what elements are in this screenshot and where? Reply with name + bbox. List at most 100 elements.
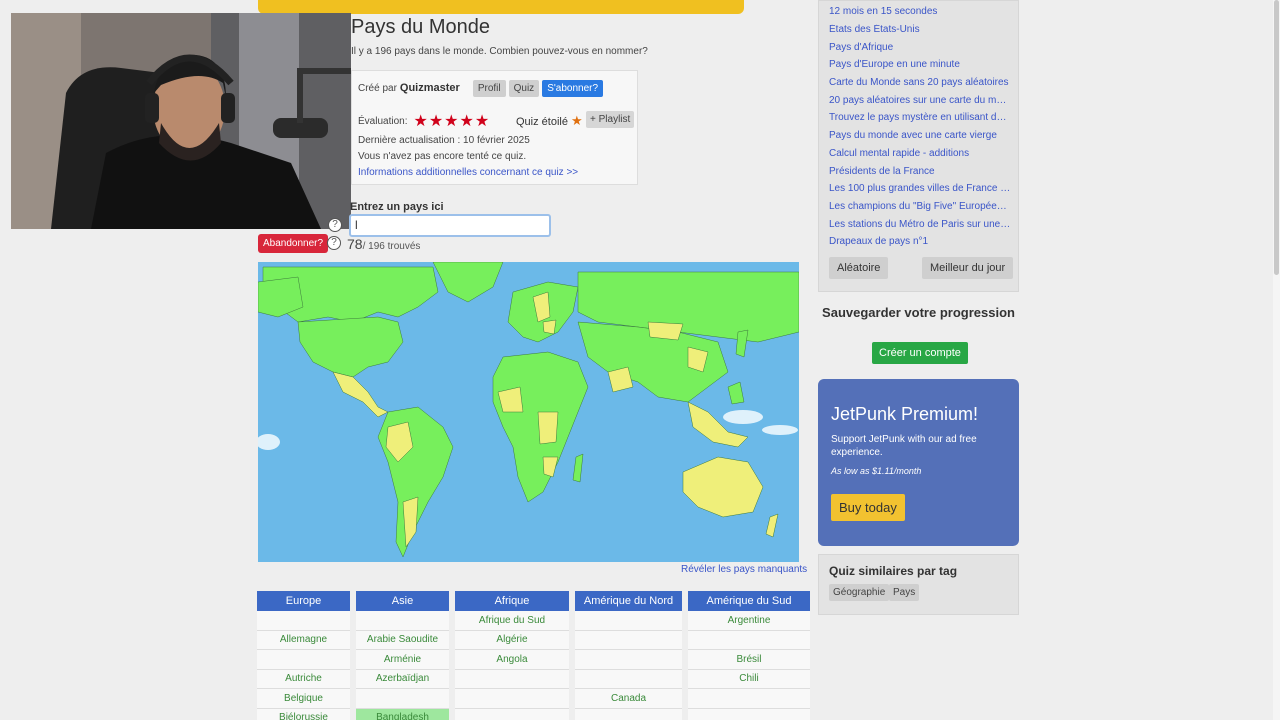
found-total: / 196 trouvés: [362, 241, 421, 252]
similar-title: Quiz similaires par tag: [829, 564, 958, 578]
sidebar-link[interactable]: Calcul mental rapide - additions: [829, 148, 1011, 159]
sidebar-link[interactable]: Les 100 plus grandes villes de France su…: [829, 183, 1011, 194]
quiz-info-box: Créé par Quizmaster Profil Quiz S'abonne…: [351, 70, 638, 185]
page-title: Pays du Monde: [351, 16, 490, 38]
premium-ad: JetPunk Premium! Support JetPunk with ou…: [818, 379, 1019, 546]
give-up-button[interactable]: Abandonner?: [258, 234, 329, 253]
table-row: Afrique du Sud Argentine: [257, 611, 810, 631]
starred-quiz[interactable]: Quiz étoilé ★: [516, 113, 583, 129]
table-row: Arménie Angola Brésil: [257, 650, 810, 670]
premium-title: JetPunk Premium!: [831, 404, 979, 424]
quiz-description: Il y a 196 pays dans le monde. Combien p…: [351, 46, 648, 57]
tag-countries[interactable]: Pays: [889, 584, 920, 601]
column-header: Amérique du Nord: [575, 591, 682, 611]
answer-input[interactable]: l: [349, 214, 551, 237]
rating-label: Évaluation:: [358, 115, 408, 127]
answer-cell: Brésil: [688, 650, 810, 670]
answer-cell: Argentine: [688, 611, 810, 631]
save-progress-title: Sauvegarder votre progression: [822, 305, 1015, 320]
star-icon[interactable]: ★: [571, 113, 583, 128]
table-row: Autriche Azerbaïdjan Chili: [257, 669, 810, 689]
answer-cell: [356, 611, 449, 631]
answer-cell: Angola: [455, 650, 569, 670]
answer-cell: Arabie Saoudite: [356, 630, 449, 650]
created-by-label: Créé par: [358, 82, 397, 94]
enter-country-label: Entrez un pays ici: [350, 201, 444, 213]
sidebar-link[interactable]: Les champions du "Big Five" Européen de …: [829, 201, 1011, 212]
world-map[interactable]: [256, 261, 800, 562]
answer-cell: [455, 669, 569, 689]
answer-cell: [455, 708, 569, 720]
help-icon[interactable]: ?: [328, 218, 342, 232]
random-quiz-button[interactable]: Aléatoire: [829, 257, 889, 279]
table-row: Belgique Canada: [257, 689, 810, 709]
scrollbar-thumb[interactable]: [1274, 0, 1279, 275]
answer-cell: Biélorussie: [257, 708, 350, 720]
answer-cell: [455, 689, 569, 709]
sidebar-link[interactable]: Pays d'Afrique: [829, 42, 1011, 53]
add-playlist-button[interactable]: + Playlist: [586, 111, 635, 128]
answer-cell: Allemagne: [257, 630, 350, 650]
answer-cell: [688, 689, 810, 709]
top-banner: [258, 0, 744, 14]
answer-cell: Autriche: [257, 669, 350, 689]
related-quizzes-box: 12 mois en 15 secondes États des États-U…: [818, 0, 1019, 292]
sidebar-link[interactable]: Drapeaux de pays n°1: [829, 236, 1011, 247]
webcam-overlay: [11, 13, 351, 229]
premium-description: Support JetPunk with our ad free experie…: [831, 434, 977, 458]
sidebar-link[interactable]: Les stations du Métro de Paris sur une c…: [829, 219, 1011, 230]
sidebar-link[interactable]: Pays d'Europe en une minute: [829, 59, 1011, 70]
info-icon[interactable]: ?: [327, 236, 341, 250]
answers-table: Europe Asie Afrique Amérique du Nord Amé…: [251, 591, 816, 720]
similar-quizzes-box: Quiz similaires par tag Géographie Pays: [818, 554, 1019, 615]
answer-cell: [575, 669, 682, 689]
sidebar-link[interactable]: 20 pays aléatoires sur une carte du mond…: [829, 95, 1011, 106]
create-account-button[interactable]: Créer un compte: [872, 342, 968, 364]
answer-cell: [575, 630, 682, 650]
profile-button[interactable]: Profil: [472, 79, 506, 97]
rating-stars[interactable]: ★★★★★: [413, 111, 490, 131]
answer-cell: Belgique: [257, 689, 350, 709]
answer-cell: [257, 650, 350, 670]
sidebar-link[interactable]: Trouvez le pays mystère en utilisant des…: [829, 112, 1011, 123]
answer-cell: [575, 650, 682, 670]
answer-cell: [575, 611, 682, 631]
column-header: Europe: [257, 591, 350, 611]
table-row: Allemagne Arabie Saoudite Algérie: [257, 630, 810, 650]
attempt-status: Vous n'avez pas encore tenté ce quiz.: [358, 151, 527, 162]
premium-price: As low as $1.11/month: [831, 466, 922, 476]
column-header: Amérique du Sud: [688, 591, 810, 611]
answer-cell: [688, 630, 810, 650]
sidebar-link[interactable]: 12 mois en 15 secondes: [829, 6, 1011, 17]
answer-cell: [356, 689, 449, 709]
answer-cell-highlighted: Bangladesh: [356, 708, 449, 720]
answer-cell: [575, 708, 682, 720]
answers-header-row: Europe Asie Afrique Amérique du Nord Amé…: [257, 591, 810, 611]
sidebar-link[interactable]: États des États-Unis: [829, 24, 1011, 35]
answer-cell: [688, 708, 810, 720]
sidebar-link[interactable]: Pays du monde avec une carte vierge: [829, 130, 1011, 141]
answer-cell: Afrique du Sud: [455, 611, 569, 631]
subscribe-button[interactable]: S'abonner?: [542, 79, 604, 97]
found-count: 78: [347, 236, 363, 252]
reveal-missing-link[interactable]: Révéler les pays manquants: [681, 564, 807, 575]
answer-cell: Algérie: [455, 630, 569, 650]
column-header: Afrique: [455, 591, 569, 611]
sidebar-link[interactable]: Présidents de la France: [829, 166, 1011, 177]
column-header: Asie: [356, 591, 449, 611]
answer-cell: Azerbaïdjan: [356, 669, 449, 689]
author-name[interactable]: Quizmaster: [400, 82, 460, 94]
table-row: Biélorussie Bangladesh: [257, 708, 810, 720]
starred-label: Quiz étoilé: [516, 116, 568, 128]
tag-geography[interactable]: Géographie: [829, 584, 890, 601]
rating-row: Évaluation: ★★★★★: [358, 111, 490, 131]
buy-today-button[interactable]: Buy today: [831, 494, 905, 521]
quiz-button[interactable]: Quiz: [508, 79, 540, 97]
best-of-day-button[interactable]: Meilleur du jour: [922, 257, 1014, 279]
answer-cell: Canada: [575, 689, 682, 709]
last-update: Dernière actualisation : 10 février 2025: [358, 135, 530, 146]
page-scrollbar[interactable]: [1273, 0, 1280, 720]
more-info-link[interactable]: Informations additionnelles concernant c…: [358, 167, 578, 178]
sidebar-link[interactable]: Carte du Monde sans 20 pays aléatoires: [829, 77, 1011, 88]
score-counter: 78/ 196 trouvés: [347, 236, 420, 252]
